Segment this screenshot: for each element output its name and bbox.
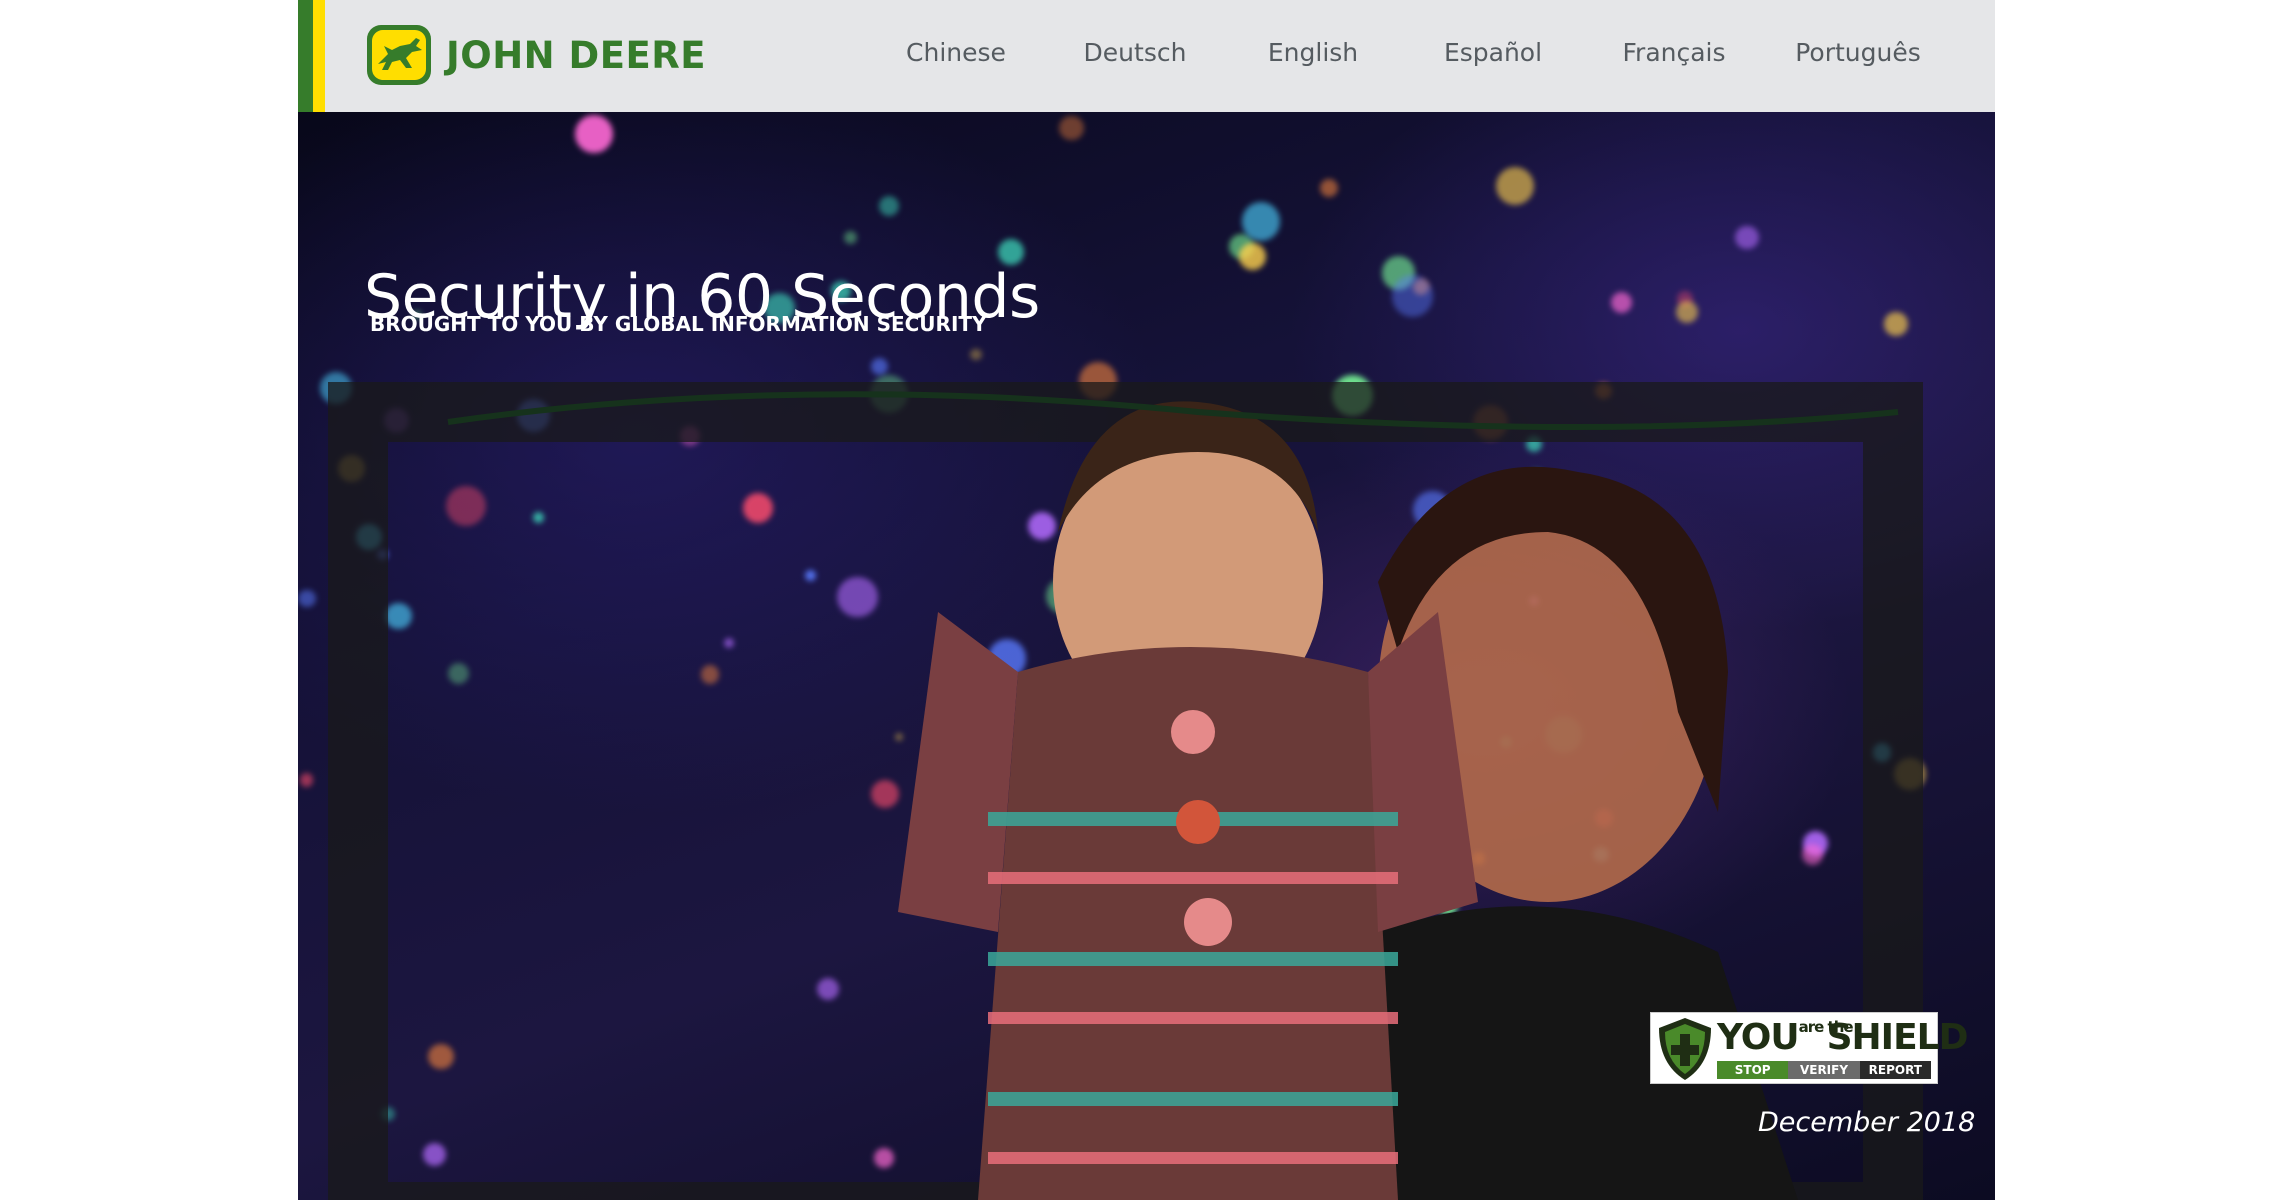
issue-date: December 2018 — [1758, 1107, 1976, 1138]
badge-action-row: STOP VERIFY REPORT — [1717, 1061, 1931, 1079]
site-header: JOHN DEERE Chinese Deutsch English Españ… — [298, 0, 1995, 112]
nav-language-english[interactable]: English — [1268, 38, 1358, 67]
john-deere-logo[interactable]: JOHN DEERE — [366, 24, 706, 86]
accent-bar-green — [298, 0, 313, 112]
nav-language-chinese[interactable]: Chinese — [906, 38, 1006, 67]
hero-photo: Security in 60 Seconds BROUGHT TO YOU BY… — [298, 112, 1995, 1200]
badge-verify: VERIFY — [1788, 1061, 1860, 1079]
badge-stop: STOP — [1717, 1061, 1789, 1079]
page-subtitle: BROUGHT TO YOU BY GLOBAL INFORMATION SEC… — [370, 312, 987, 336]
nav-language-deutsch[interactable]: Deutsch — [1084, 38, 1187, 67]
nav-language-portugues[interactable]: Português — [1795, 38, 1921, 67]
nav-language-espanol[interactable]: Español — [1444, 38, 1542, 67]
shield-cross-icon — [1659, 1018, 1711, 1080]
leaping-deer-icon — [367, 25, 431, 85]
badge-headline: YOUare theSHIELD — [1717, 1017, 1968, 1058]
badge-report: REPORT — [1859, 1061, 1931, 1079]
badge-you-text: YOU — [1717, 1017, 1800, 1058]
nav-language-francais[interactable]: Français — [1622, 38, 1725, 67]
brand-name: JOHN DEERE — [446, 33, 707, 77]
language-nav: Chinese Deutsch English Español Français… — [858, 0, 1958, 112]
badge-are-the-text: are the — [1798, 1018, 1854, 1036]
accent-bar-yellow — [313, 0, 325, 112]
page-frame: JOHN DEERE Chinese Deutsch English Españ… — [298, 0, 1995, 1200]
you-are-the-shield-badge: YOUare theSHIELD STOP VERIFY REPORT — [1650, 1012, 1968, 1084]
badge-shield-text: SHIELD — [1826, 1017, 1969, 1058]
